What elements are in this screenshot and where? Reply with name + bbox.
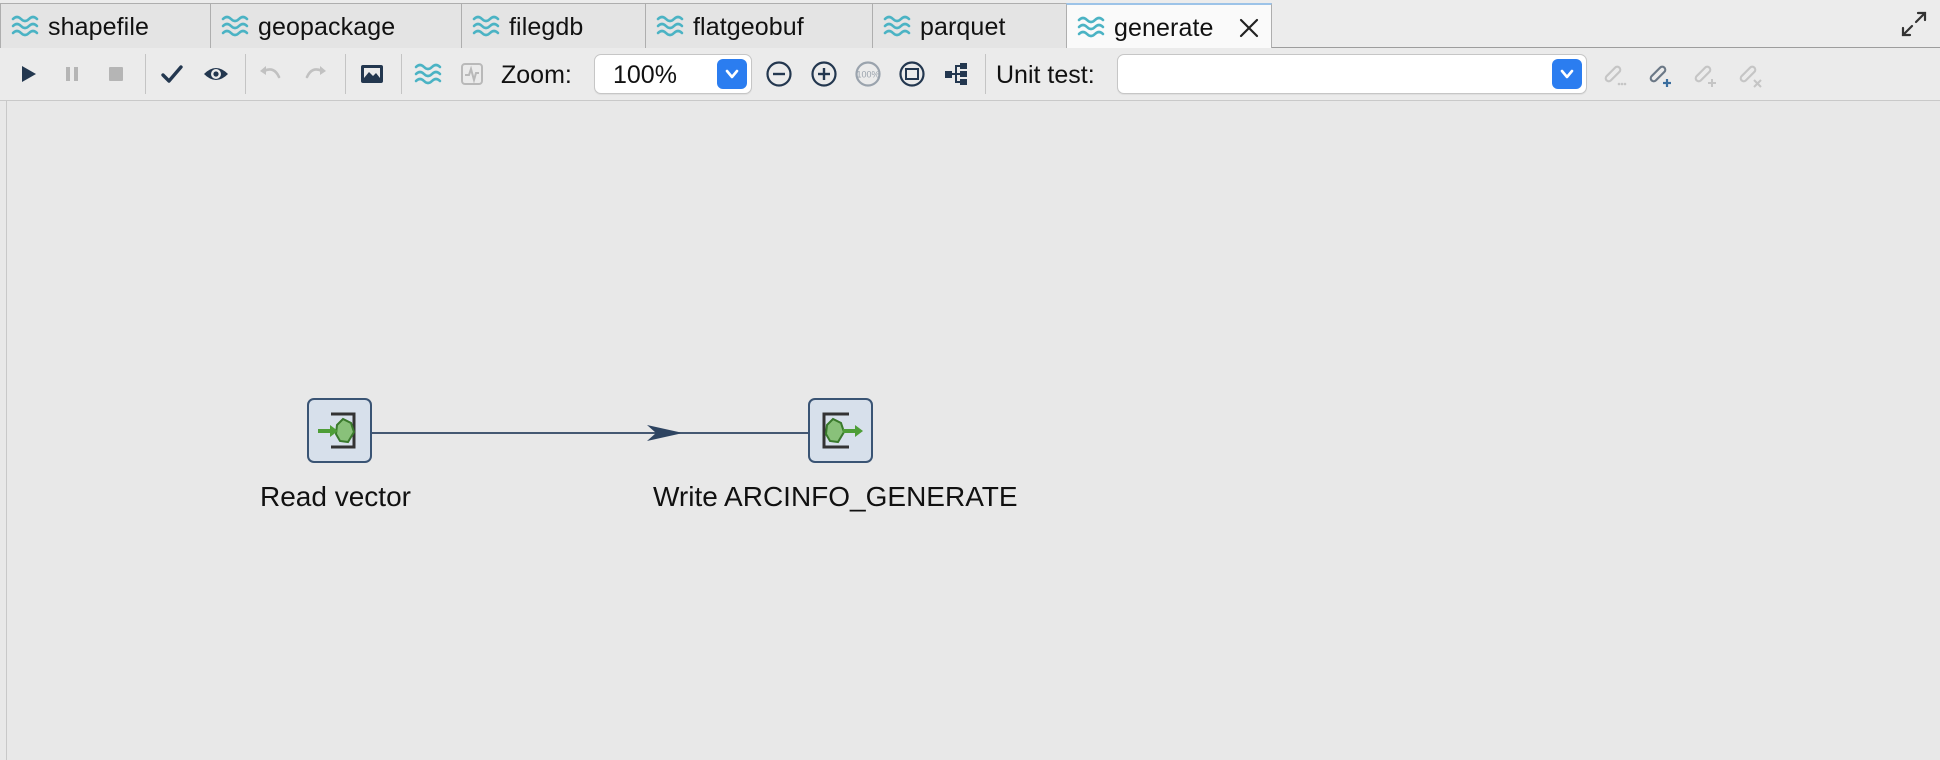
- waves-icon: [472, 15, 500, 37]
- vector-input-icon: [318, 412, 356, 449]
- redo-icon: [305, 66, 326, 79]
- vector-output-icon: [822, 412, 863, 449]
- stop-icon: [109, 67, 123, 81]
- pipeline-metrics-icon: [461, 63, 483, 85]
- metrics-button[interactable]: [458, 60, 486, 88]
- test-add-button[interactable]: [1690, 60, 1718, 88]
- tab-label: filegdb: [509, 13, 584, 41]
- verify-button[interactable]: [158, 60, 186, 88]
- waves-icon: [221, 15, 249, 37]
- hierarchy-icon: [945, 63, 967, 85]
- stop-button[interactable]: [102, 60, 130, 88]
- unit-test-dropdown-button[interactable]: [1552, 59, 1582, 89]
- waves-icon: [1077, 16, 1105, 38]
- maximize-icon[interactable]: [1900, 10, 1928, 38]
- unit-test-combo[interactable]: [1117, 54, 1587, 94]
- test-add-icon: [1694, 65, 1716, 87]
- tab-geopackage[interactable]: geopackage: [210, 3, 462, 48]
- zoom-combo[interactable]: 100%: [594, 54, 752, 94]
- play-icon: [22, 66, 36, 82]
- zoom-out-button[interactable]: [765, 60, 793, 88]
- test-edit-icon: [1604, 65, 1627, 86]
- image-icon: [361, 65, 383, 83]
- zoom-100-icon: 100%: [855, 61, 881, 87]
- zoom-fit-button[interactable]: [898, 60, 926, 88]
- separator: [401, 54, 402, 94]
- test-edit-button[interactable]: [1600, 60, 1628, 88]
- tab-bar: shapefile geopackage filegdb flatgeobuf …: [0, 0, 1940, 49]
- eye-icon: [204, 68, 228, 80]
- separator: [145, 54, 146, 94]
- pipeline-button[interactable]: [414, 60, 442, 88]
- zoom-label: Zoom:: [501, 61, 572, 89]
- pause-button[interactable]: [58, 60, 86, 88]
- redo-button[interactable]: [302, 60, 330, 88]
- transform-write-arcinfo-generate[interactable]: [808, 398, 873, 463]
- waves-icon: [414, 63, 442, 85]
- zoom-value: 100%: [613, 61, 677, 89]
- hop-arrow[interactable]: [371, 413, 971, 453]
- tab-label: flatgeobuf: [693, 13, 804, 41]
- tab-label: shapefile: [48, 13, 149, 41]
- transform-label: Write ARCINFO_GENERATE: [653, 481, 1018, 512]
- test-delete-button[interactable]: [1735, 60, 1763, 88]
- pause-icon: [66, 67, 78, 81]
- tab-label: geopackage: [258, 13, 396, 41]
- test-delete-icon: [1739, 65, 1762, 88]
- transform-label: Read vector: [260, 481, 411, 512]
- toolbar: Zoom: 100% 100% Unit test:: [0, 48, 1940, 101]
- screenshot-button[interactable]: [358, 60, 386, 88]
- zoom-out-icon: [766, 61, 792, 87]
- waves-icon: [883, 15, 911, 37]
- svg-text:100%: 100%: [856, 70, 879, 80]
- tab-label: parquet: [920, 13, 1006, 41]
- zoom-in-button[interactable]: [810, 60, 838, 88]
- zoom-dropdown-button[interactable]: [717, 59, 747, 89]
- checkmark-icon: [161, 65, 183, 83]
- preview-button[interactable]: [202, 60, 230, 88]
- separator: [345, 54, 346, 94]
- zoom-100-button[interactable]: 100%: [854, 60, 882, 88]
- test-new-icon: [1649, 65, 1671, 87]
- tab-generate[interactable]: generate: [1066, 3, 1272, 49]
- chevron-down-icon: [725, 69, 739, 79]
- unit-test-label: Unit test:: [996, 61, 1095, 89]
- separator: [985, 54, 986, 94]
- transform-read-vector[interactable]: [307, 398, 372, 463]
- run-button[interactable]: [14, 60, 42, 88]
- layout-button[interactable]: [942, 60, 970, 88]
- waves-icon: [11, 15, 39, 37]
- undo-icon: [260, 66, 281, 79]
- tab-parquet[interactable]: parquet: [872, 3, 1067, 48]
- waves-icon: [656, 15, 684, 37]
- test-new-button[interactable]: [1645, 60, 1673, 88]
- chevron-down-icon: [1560, 69, 1574, 79]
- tab-shapefile[interactable]: shapefile: [0, 3, 211, 48]
- pipeline-canvas[interactable]: Read vector Write ARCINFO_GENERATE: [6, 101, 1940, 760]
- tab-flatgeobuf[interactable]: flatgeobuf: [645, 3, 873, 48]
- tab-filegdb[interactable]: filegdb: [461, 3, 646, 48]
- tab-label: generate: [1114, 14, 1214, 42]
- zoom-in-icon: [811, 61, 837, 87]
- close-icon[interactable]: [1237, 16, 1261, 40]
- separator: [245, 54, 246, 94]
- undo-button[interactable]: [256, 60, 284, 88]
- zoom-fit-icon: [899, 61, 925, 87]
